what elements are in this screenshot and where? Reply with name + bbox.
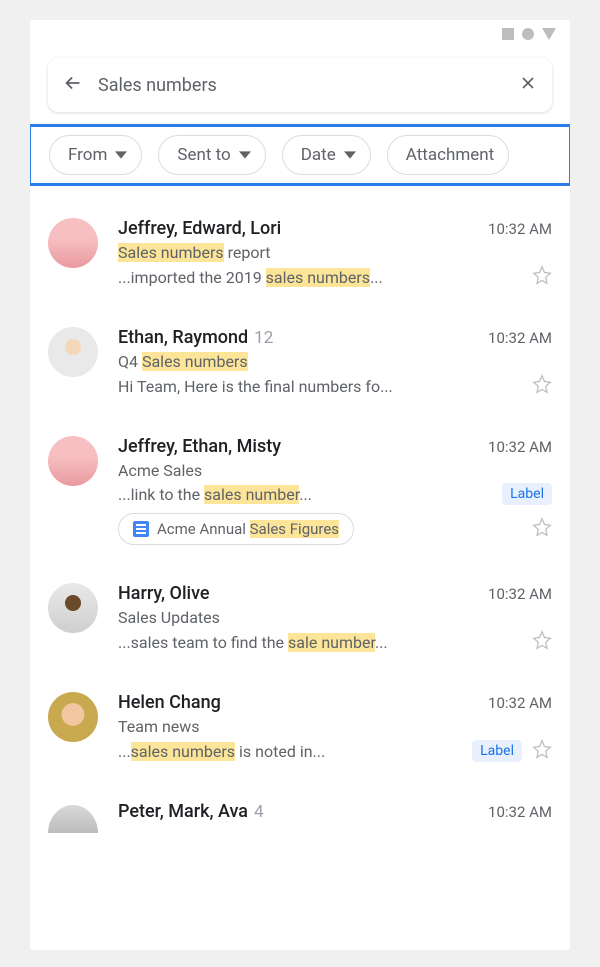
chip-label: Attachment bbox=[406, 145, 494, 165]
email-row[interactable]: Ethan, Raymond12 10:32 AM Q4 Sales numbe… bbox=[48, 313, 552, 422]
email-time: 10:32 AM bbox=[488, 585, 552, 603]
avatar bbox=[48, 327, 98, 377]
window-controls bbox=[502, 28, 556, 40]
email-row[interactable]: Harry, Olive 10:32 AM Sales Updates ...s… bbox=[48, 569, 552, 678]
clear-search-icon[interactable] bbox=[518, 73, 538, 98]
chip-label: Date bbox=[301, 145, 336, 165]
sender-names: Peter, Mark, Ava4 bbox=[118, 801, 264, 822]
star-icon[interactable] bbox=[532, 517, 552, 541]
email-snippet: ...sales numbers is noted in... bbox=[118, 742, 462, 761]
chip-label: Sent to bbox=[177, 145, 230, 165]
email-snippet: Hi Team, Here is the final numbers fo... bbox=[118, 377, 522, 396]
sender-names: Jeffrey, Ethan, Misty bbox=[118, 436, 281, 457]
label-chip[interactable]: Label bbox=[472, 740, 522, 762]
label-chip[interactable]: Label bbox=[502, 483, 552, 505]
avatar bbox=[48, 692, 98, 742]
filter-chip-from[interactable]: From bbox=[49, 135, 142, 175]
email-snippet: ...imported the 2019 sales numbers... bbox=[118, 268, 522, 287]
triangle-down-icon bbox=[542, 28, 556, 40]
square-icon bbox=[502, 28, 514, 40]
star-icon[interactable] bbox=[532, 739, 552, 763]
avatar bbox=[48, 805, 98, 833]
chevron-down-icon bbox=[239, 149, 251, 161]
star-icon[interactable] bbox=[532, 374, 552, 398]
email-row[interactable]: Peter, Mark, Ava4 10:32 AM bbox=[48, 787, 552, 833]
email-time: 10:32 AM bbox=[488, 329, 552, 347]
search-input[interactable]: Sales numbers bbox=[98, 75, 518, 96]
search-bar[interactable]: Sales numbers bbox=[48, 58, 552, 112]
email-time: 10:32 AM bbox=[488, 803, 552, 821]
chevron-down-icon bbox=[344, 149, 356, 161]
avatar bbox=[48, 583, 98, 633]
highlight: Sales numbers bbox=[142, 352, 248, 371]
email-row[interactable]: Jeffrey, Ethan, Misty 10:32 AM Acme Sale… bbox=[48, 422, 552, 569]
chevron-down-icon bbox=[115, 149, 127, 161]
document-icon bbox=[133, 521, 149, 537]
email-subject: Sales numbers report bbox=[118, 243, 552, 262]
filter-chip-attachment[interactable]: Attachment bbox=[387, 135, 509, 175]
email-row[interactable]: Jeffrey, Edward, Lori 10:32 AM Sales num… bbox=[48, 204, 552, 313]
email-subject: Q4 Sales numbers bbox=[118, 352, 552, 371]
highlight: Sales Figures bbox=[250, 520, 339, 538]
circle-icon bbox=[522, 28, 534, 40]
highlight: sales numbers bbox=[266, 268, 370, 287]
avatar bbox=[48, 436, 98, 486]
sender-names: Ethan, Raymond12 bbox=[118, 327, 273, 348]
email-subject: Acme Sales bbox=[118, 461, 552, 480]
back-arrow-icon[interactable] bbox=[62, 72, 84, 99]
email-time: 10:32 AM bbox=[488, 438, 552, 456]
avatar bbox=[48, 218, 98, 268]
email-list: Jeffrey, Edward, Lori 10:32 AM Sales num… bbox=[30, 196, 570, 833]
chip-label: From bbox=[68, 145, 107, 165]
attachment-chip[interactable]: Acme Annual Sales Figures bbox=[118, 513, 354, 545]
highlight: sale number bbox=[288, 633, 375, 652]
filter-chip-row: From Sent to Date Attachment bbox=[30, 124, 570, 186]
email-snippet: ...sales team to find the sale number... bbox=[118, 633, 522, 652]
sender-names: Jeffrey, Edward, Lori bbox=[118, 218, 281, 239]
email-time: 10:32 AM bbox=[488, 220, 552, 238]
star-icon[interactable] bbox=[532, 265, 552, 289]
filter-chip-sent-to[interactable]: Sent to bbox=[158, 135, 265, 175]
email-row[interactable]: Helen Chang 10:32 AM Team news ...sales … bbox=[48, 678, 552, 787]
highlight: Sales numbers bbox=[118, 243, 224, 262]
email-snippet: ...link to the sales number... bbox=[118, 485, 492, 504]
star-icon[interactable] bbox=[532, 630, 552, 654]
sender-names: Harry, Olive bbox=[118, 583, 210, 604]
email-time: 10:32 AM bbox=[488, 694, 552, 712]
sender-names: Helen Chang bbox=[118, 692, 221, 713]
email-app: Sales numbers From Sent to Date Attachme… bbox=[30, 20, 570, 950]
thread-count: 12 bbox=[254, 328, 273, 348]
thread-count: 4 bbox=[254, 802, 264, 822]
email-subject: Team news bbox=[118, 717, 552, 736]
highlight: sales number bbox=[204, 485, 299, 504]
email-subject: Sales Updates bbox=[118, 608, 552, 627]
highlight: sales numbers bbox=[131, 742, 235, 761]
filter-chip-date[interactable]: Date bbox=[282, 135, 371, 175]
